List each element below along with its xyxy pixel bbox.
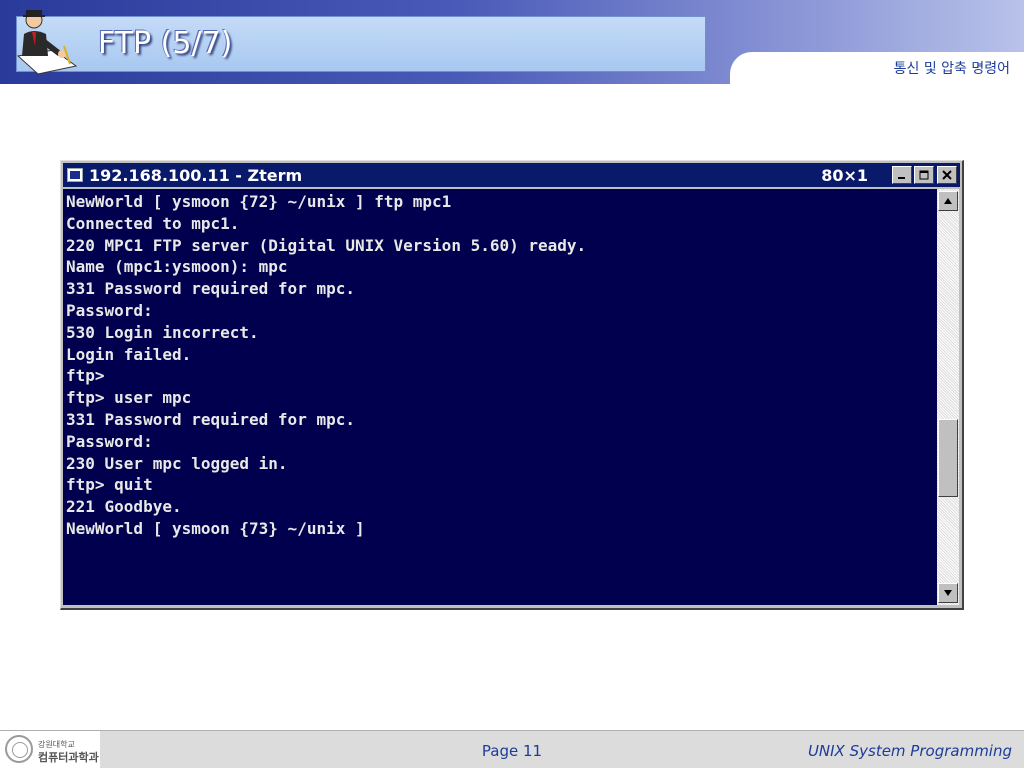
scroll-up-button[interactable]	[938, 191, 958, 211]
scroll-down-button[interactable]	[938, 583, 958, 603]
course-name: UNIX System Programming	[807, 742, 1012, 760]
vertical-scrollbar[interactable]	[937, 189, 959, 605]
terminal-output[interactable]: NewWorld [ ysmoon {72} ~/unix ] ftp mpc1…	[63, 189, 937, 605]
maximize-icon	[919, 170, 929, 180]
terminal-line: 230 User mpc logged in.	[66, 453, 288, 473]
terminal-line: 530 Login incorrect.	[66, 322, 259, 342]
terminal-window-title: 192.168.100.11 - Zterm	[89, 165, 303, 185]
close-button[interactable]	[937, 166, 957, 184]
terminal-line: 220 MPC1 FTP server (Digital UNIX Versio…	[66, 235, 587, 255]
minimize-icon	[898, 177, 905, 179]
terminal-size-label: 80×1	[821, 166, 868, 185]
terminal-line: ftp>	[66, 366, 105, 386]
terminal-line: Connected to mpc1.	[66, 213, 240, 233]
close-icon	[942, 170, 952, 180]
terminal-line: Password:	[66, 431, 153, 451]
scroll-thumb[interactable]	[938, 419, 958, 497]
terminal-line: 331 Password required for mpc.	[66, 279, 355, 299]
terminal-line: ftp> quit	[66, 475, 153, 495]
businessman-writing-icon	[16, 10, 78, 75]
maximize-button[interactable]	[914, 166, 934, 184]
slide-title: FTP (5/7)	[98, 26, 233, 61]
terminal-line: 221 Goodbye.	[66, 497, 182, 517]
terminal-line: ftp> user mpc	[66, 388, 192, 408]
footer: 강원대학교 컴퓨터과학과 Page 11 UNIX System Program…	[0, 730, 1024, 769]
terminal-line: Password:	[66, 300, 153, 320]
terminal-line: Login failed.	[66, 344, 192, 364]
terminal-window: 192.168.100.11 - Zterm 80×1 NewWorld [ y…	[60, 160, 964, 610]
terminal-line: NewWorld [ ysmoon {72} ~/unix ] ftp mpc1	[66, 192, 452, 211]
slide-subtitle: 통신 및 압축 명령어	[893, 61, 1010, 77]
terminal-app-icon[interactable]	[67, 168, 83, 182]
terminal-line: 331 Password required for mpc.	[66, 409, 355, 429]
arrow-up-icon	[944, 198, 952, 204]
terminal-line: Name (mpc1:ysmoon): mpc	[66, 257, 288, 277]
terminal-line: NewWorld [ ysmoon {73} ~/unix ]	[66, 518, 365, 538]
terminal-titlebar[interactable]: 192.168.100.11 - Zterm 80×1	[63, 163, 960, 187]
minimize-button[interactable]	[892, 166, 912, 184]
arrow-down-icon	[944, 590, 952, 596]
